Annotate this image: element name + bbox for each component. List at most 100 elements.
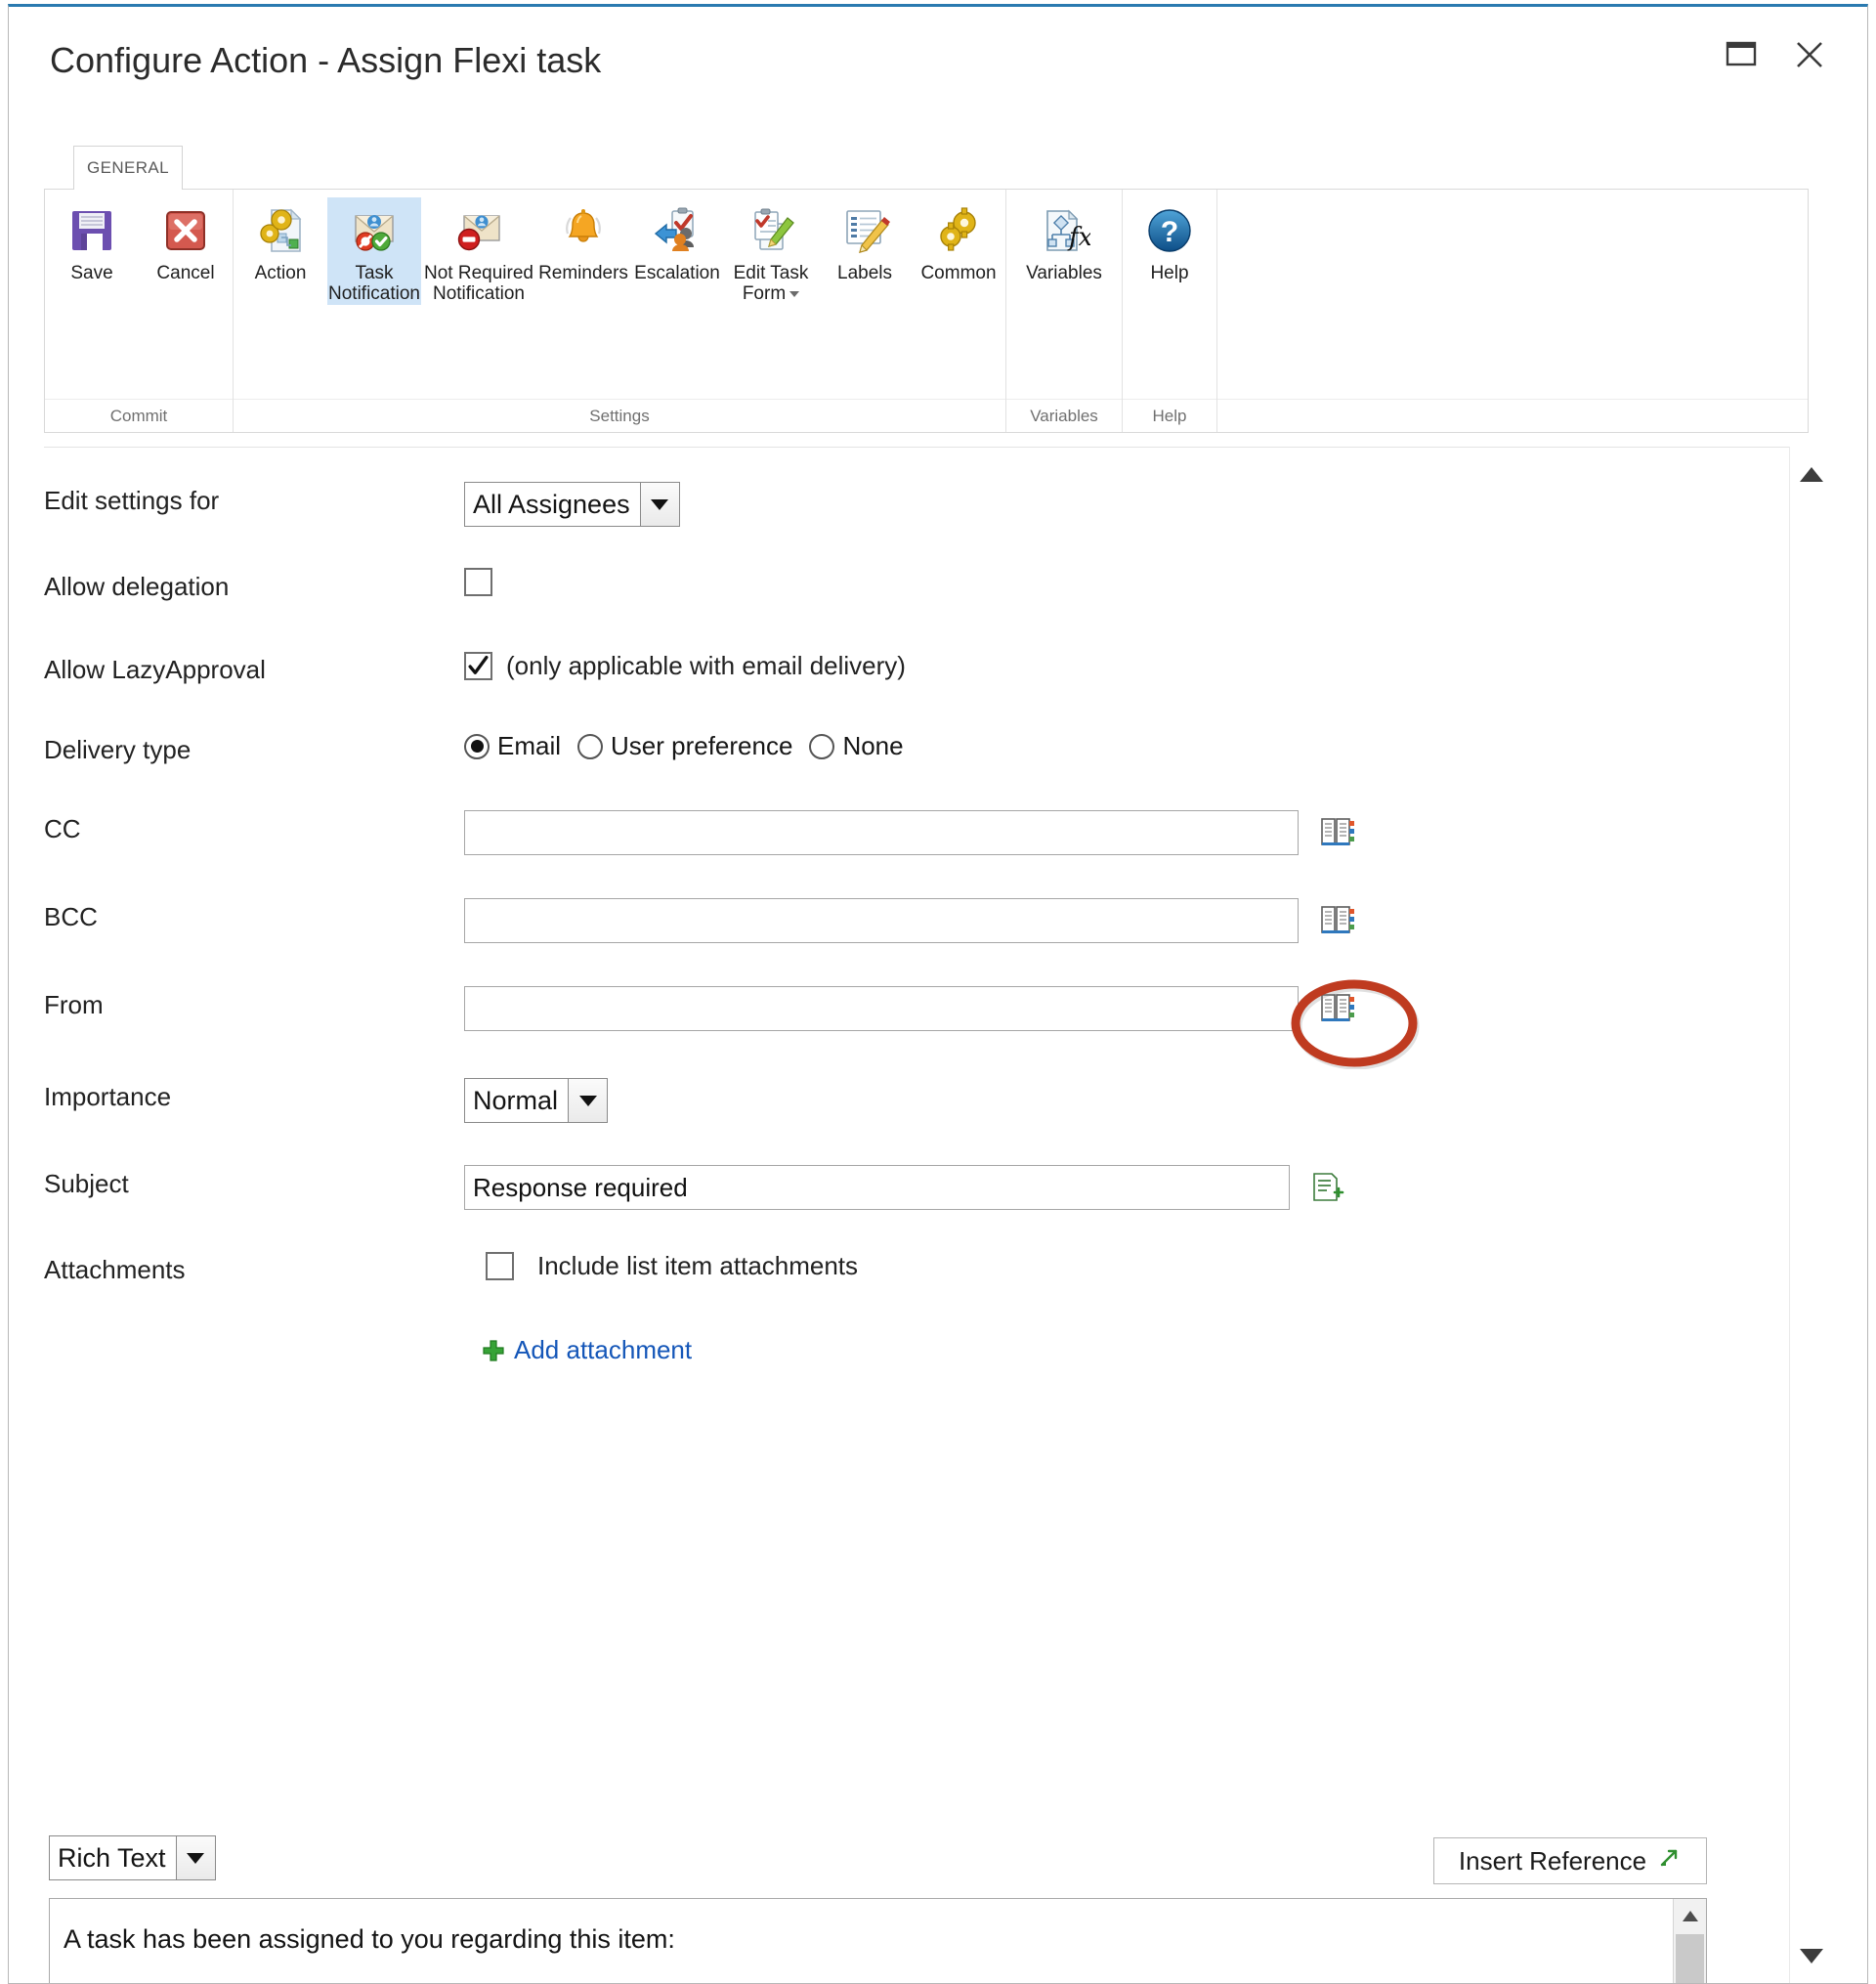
- body-editor-scrollbar[interactable]: [1673, 1899, 1706, 1983]
- row-edit-settings-for: Edit settings for All Assignees: [44, 482, 1705, 527]
- address-book-picker-icon[interactable]: [1320, 816, 1355, 849]
- ribbon-tab-strip: GENERAL: [9, 146, 1867, 190]
- ribbon-group-variables: fx Variables Variables: [1006, 190, 1123, 432]
- reminders-button[interactable]: Reminders: [536, 197, 630, 283]
- common-button-label: Common: [920, 263, 997, 283]
- task-notification-button[interactable]: Task Notification: [327, 197, 421, 305]
- row-bcc: BCC: [44, 898, 1705, 943]
- edit-task-form-button[interactable]: Edit Task Form: [724, 197, 818, 305]
- escalation-button[interactable]: Escalation: [630, 197, 724, 283]
- radio-indicator: [577, 733, 604, 759]
- reminder-bell-icon: [556, 203, 611, 258]
- external-arrow-icon: [1656, 1845, 1682, 1877]
- row-allow-delegation: Allow delegation: [44, 568, 1705, 602]
- importance-label: Importance: [44, 1082, 172, 1111]
- chevron-down-icon[interactable]: [568, 1079, 608, 1122]
- radio-indicator: [809, 733, 835, 759]
- save-floppy-icon: [64, 203, 119, 258]
- body-format-select[interactable]: Rich Text: [49, 1835, 216, 1880]
- body-toolbar: Rich Text Insert Reference: [49, 1835, 1707, 1886]
- allow-lazyapproval-label: Allow LazyApproval: [44, 655, 266, 684]
- allow-lazyapproval-checkbox[interactable]: [464, 652, 492, 680]
- chevron-down-icon[interactable]: [789, 291, 800, 298]
- ribbon-group-settings-label: Settings: [234, 399, 1005, 432]
- add-attachment-button[interactable]: Add attachment: [482, 1335, 692, 1365]
- delivery-type-option-email[interactable]: Email: [464, 731, 561, 761]
- labels-button[interactable]: Labels: [818, 197, 912, 283]
- row-from: From: [44, 986, 1705, 1031]
- tab-general[interactable]: GENERAL: [73, 146, 183, 190]
- body-intro-line: A task has been assigned to you regardin…: [64, 1924, 675, 1954]
- reminders-button-label: Reminders: [538, 263, 628, 283]
- delivery-type-radio-group: Email User preference None: [464, 731, 904, 761]
- ribbon-group-help-label: Help: [1123, 399, 1216, 432]
- close-icon[interactable]: [1787, 32, 1832, 77]
- scrollbar-thumb[interactable]: [1676, 1934, 1704, 1983]
- action-button-label: Action: [254, 263, 307, 283]
- variables-button[interactable]: fx Variables: [1006, 197, 1122, 283]
- help-question-icon: ?: [1142, 203, 1197, 258]
- configure-action-dialog: Configure Action - Assign Flexi task GEN…: [8, 4, 1868, 1984]
- allow-delegation-checkbox[interactable]: [464, 568, 492, 596]
- escalation-button-label: Escalation: [634, 263, 720, 283]
- cancel-button-label: Cancel: [156, 263, 215, 283]
- title-bar: Configure Action - Assign Flexi task: [9, 7, 1867, 95]
- row-cc: CC: [44, 810, 1705, 855]
- row-allow-lazyapproval: Allow LazyApproval (only applicable with…: [44, 651, 1705, 685]
- allow-delegation-label: Allow delegation: [44, 572, 230, 601]
- cc-input[interactable]: [464, 810, 1299, 855]
- cc-label: CC: [44, 814, 81, 843]
- subject-label: Subject: [44, 1169, 129, 1198]
- settings-form: Edit settings for All Assignees Allow de…: [44, 447, 1809, 1983]
- delivery-type-option-none[interactable]: None: [809, 731, 904, 761]
- chevron-down-icon[interactable]: [639, 483, 679, 526]
- insert-reference-field-icon[interactable]: [1311, 1171, 1346, 1204]
- labels-pencil-icon: [837, 203, 892, 258]
- save-button[interactable]: Save: [45, 197, 139, 283]
- plus-green-icon: [482, 1339, 505, 1362]
- restore-window-icon[interactable]: [1719, 32, 1764, 77]
- ribbon-group-commit: Save Cancel Commit: [45, 190, 234, 432]
- insert-reference-button[interactable]: Insert Reference: [1433, 1837, 1707, 1884]
- row-add-attachment: Add attachment: [44, 1335, 1705, 1369]
- edit-settings-for-select[interactable]: All Assignees: [464, 482, 680, 527]
- body-format-value: Rich Text: [58, 1842, 166, 1873]
- help-button[interactable]: ? Help: [1123, 197, 1216, 283]
- tab-general-label: GENERAL: [86, 158, 170, 177]
- from-label: From: [44, 990, 104, 1019]
- cancel-button[interactable]: Cancel: [139, 197, 233, 283]
- from-input[interactable]: [464, 986, 1299, 1031]
- include-list-item-attachments-label: Include list item attachments: [537, 1251, 859, 1280]
- escalation-arrow-user-icon: [650, 203, 704, 258]
- importance-select[interactable]: Normal: [464, 1078, 609, 1123]
- dialog-scroll-up-icon[interactable]: [1790, 447, 1833, 501]
- action-button[interactable]: Action: [234, 197, 327, 283]
- email-body-content[interactable]: A task has been assigned to you regardin…: [50, 1899, 1673, 1983]
- common-button[interactable]: Common: [912, 197, 1005, 283]
- address-book-picker-icon[interactable]: [1320, 904, 1355, 937]
- ribbon: Save Cancel Commit Action Task Notificat…: [44, 189, 1809, 433]
- bcc-input[interactable]: [464, 898, 1299, 943]
- ribbon-group-help: ? Help Help: [1123, 190, 1217, 432]
- task-notification-mail-icon: [347, 203, 402, 258]
- delivery-type-option-user-preference[interactable]: User preference: [577, 731, 792, 761]
- not-required-notification-button[interactable]: Not Required Notification: [421, 197, 536, 305]
- subject-input[interactable]: [464, 1165, 1290, 1210]
- edit-settings-for-value: All Assignees: [473, 489, 630, 519]
- include-list-item-attachments-checkbox[interactable]: [486, 1252, 514, 1280]
- scroll-up-icon[interactable]: [1674, 1899, 1706, 1932]
- dialog-scrollbar[interactable]: [1789, 447, 1832, 1983]
- page-title: Configure Action - Assign Flexi task: [50, 40, 602, 80]
- row-attachments: Attachments Include list item attachment…: [44, 1251, 1705, 1285]
- allow-lazyapproval-note: (only applicable with email delivery): [506, 651, 906, 680]
- chevron-down-icon[interactable]: [175, 1836, 215, 1879]
- email-body-editor[interactable]: A task has been assigned to you regardin…: [49, 1898, 1707, 1983]
- attachments-label: Attachments: [44, 1255, 186, 1284]
- check-icon: [468, 655, 489, 674]
- not-required-notification-button-label: Not Required Notification: [424, 263, 533, 305]
- row-delivery-type: Delivery type Email User preference None: [44, 731, 1705, 765]
- row-subject: Subject: [44, 1165, 1705, 1210]
- not-required-mail-icon: [451, 203, 506, 258]
- dialog-scroll-down-icon[interactable]: [1790, 1928, 1833, 1983]
- address-book-picker-icon[interactable]: [1320, 992, 1355, 1025]
